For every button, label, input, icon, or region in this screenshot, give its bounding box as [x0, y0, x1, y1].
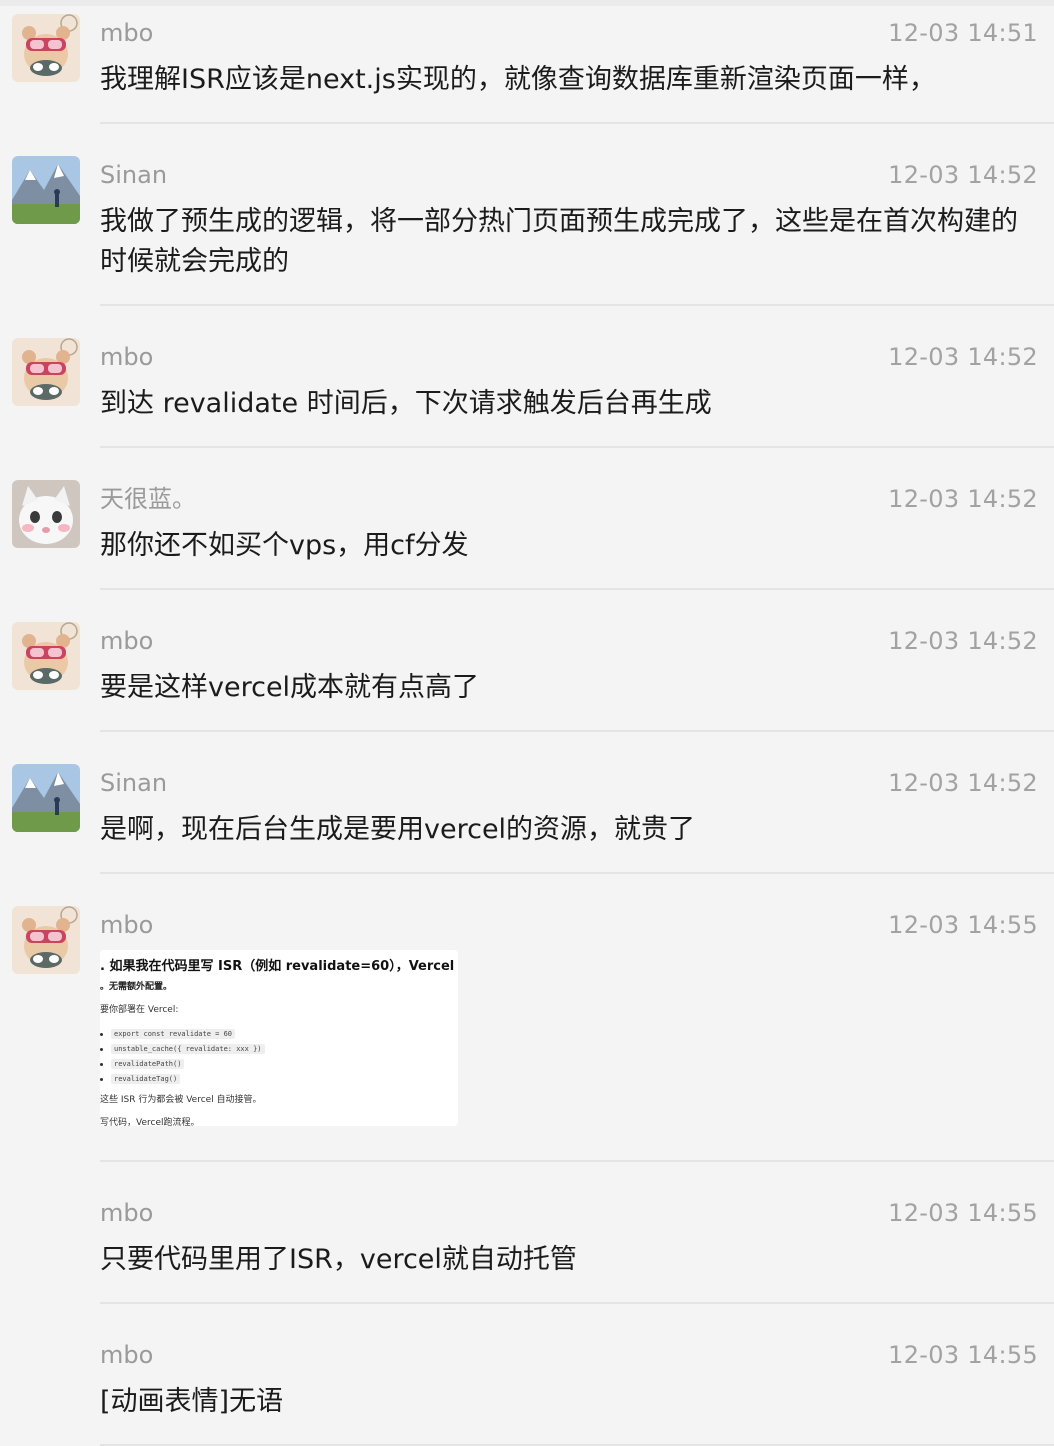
message-text: 那你还不如买个vps，用cf分发 — [100, 530, 469, 561]
message-divider — [100, 588, 1054, 590]
image-line: 要你部署在 Vercel: — [100, 1005, 179, 1015]
message-item[interactable]: mbo 12-03 14:51 我理解ISR应该是next.js实现的，就像查询… — [0, 6, 1054, 124]
message-item[interactable]: mbo 12-03 14:55 . 如果我在代码里写 ISR（例如 revali… — [0, 898, 1054, 1162]
message-item[interactable]: mbo 12-03 14:55 [动画表情]无语 — [0, 1328, 1054, 1446]
sender-name: mbo — [100, 343, 154, 371]
message-time: 12-03 14:52 — [888, 627, 1038, 655]
image-code-line: revalidatePath() — [100, 1059, 185, 1069]
sender-name: Sinan — [100, 161, 168, 189]
mountain-avatar[interactable] — [12, 764, 80, 832]
message-text: 我做了预生成的逻辑，将一部分热门页面预生成完成了，这些是在首次构建的时候就会完成… — [100, 206, 1018, 277]
cat-avatar[interactable] — [12, 480, 80, 548]
sender-name: 天很蓝。 — [100, 485, 196, 513]
message-divider — [100, 446, 1054, 448]
bear-avatar[interactable] — [12, 906, 80, 974]
sender-name: mbo — [100, 19, 154, 47]
sender-name: mbo — [100, 911, 154, 939]
message-divider — [100, 872, 1054, 874]
message-item[interactable]: mbo 12-03 14:52 要是这样vercel成本就有点高了 — [0, 614, 1054, 732]
message-divider — [100, 1160, 1054, 1162]
mountain-avatar[interactable] — [12, 156, 80, 224]
message-time: 12-03 14:52 — [888, 161, 1038, 189]
sender-name: mbo — [100, 627, 154, 655]
bear-avatar[interactable] — [12, 622, 80, 690]
message-item[interactable]: 天很蓝。 12-03 14:52 那你还不如买个vps，用cf分发 — [0, 472, 1054, 590]
message-divider — [100, 122, 1054, 124]
image-heading: . 如果我在代码里写 ISR（例如 revalidate=60），Vercel … — [100, 959, 458, 974]
message-text: 到达 revalidate 时间后，下次请求触发后台再生成 — [100, 388, 712, 419]
message-time: 12-03 14:55 — [888, 1341, 1038, 1369]
sender-name: Sinan — [100, 769, 168, 797]
image-line: 写代码，Vercel跑流程。 — [100, 1118, 200, 1126]
message-text: 要是这样vercel成本就有点高了 — [100, 672, 480, 703]
message-text: 只要代码里用了ISR，vercel就自动托管 — [100, 1244, 577, 1275]
message-divider — [100, 730, 1054, 732]
message-text: [动画表情]无语 — [100, 1386, 284, 1417]
image-code-line: unstable_cache({ revalidate: xxx }) — [100, 1044, 265, 1054]
message-divider — [100, 1302, 1054, 1304]
message-divider — [100, 304, 1054, 306]
message-item[interactable]: mbo 12-03 14:55 只要代码里用了ISR，vercel就自动托管 — [0, 1186, 1054, 1304]
message-text: 是啊，现在后台生成是要用vercel的资源，就贵了 — [100, 814, 696, 845]
message-time: 12-03 14:55 — [888, 1199, 1038, 1227]
message-text: 我理解ISR应该是next.js实现的，就像查询数据库重新渲染页面一样， — [100, 64, 936, 95]
bear-avatar[interactable] — [12, 338, 80, 406]
bear-avatar[interactable] — [12, 14, 80, 82]
message-time: 12-03 14:51 — [888, 19, 1038, 47]
message-image[interactable]: . 如果我在代码里写 ISR（例如 revalidate=60），Vercel … — [100, 950, 458, 1126]
message-time: 12-03 14:52 — [888, 343, 1038, 371]
image-code-line: export const revalidate = 60 — [100, 1029, 236, 1039]
message-time: 12-03 14:55 — [888, 911, 1038, 939]
image-code-line: revalidateTag() — [100, 1074, 181, 1084]
message-item[interactable]: mbo 12-03 14:52 到达 revalidate 时间后，下次请求触发… — [0, 330, 1054, 448]
message-item[interactable]: Sinan 12-03 14:52 我做了预生成的逻辑，将一部分热门页面预生成完… — [0, 148, 1054, 306]
message-item[interactable]: Sinan 12-03 14:52 是啊，现在后台生成是要用vercel的资源，… — [0, 756, 1054, 874]
image-line: 这些 ISR 行为都会被 Vercel 自动接管。 — [100, 1095, 262, 1105]
message-time: 12-03 14:52 — [888, 485, 1038, 513]
message-time: 12-03 14:52 — [888, 769, 1038, 797]
image-line: 。无需额外配置。 — [100, 982, 173, 992]
sender-name: mbo — [100, 1199, 154, 1227]
sender-name: mbo — [100, 1341, 154, 1369]
